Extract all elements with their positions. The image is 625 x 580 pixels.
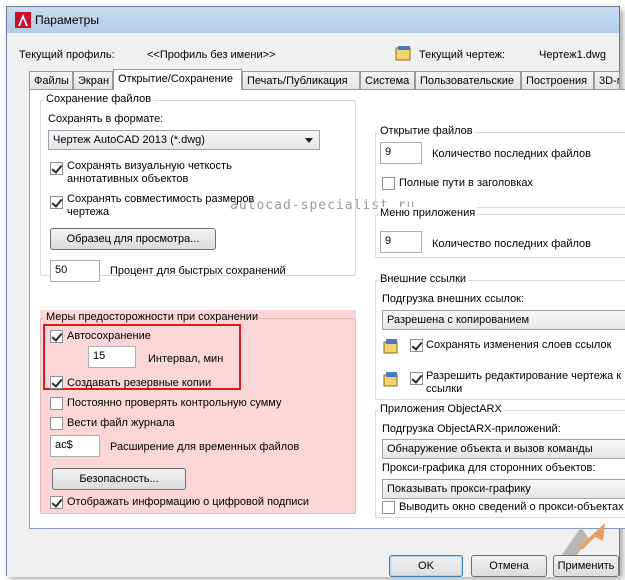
xref-edit-icon xyxy=(383,372,398,387)
dialog-title: Параметры xyxy=(35,13,99,27)
chevron-down-icon xyxy=(305,138,313,143)
proxy-graphics-select[interactable]: Показывать прокси-графику xyxy=(382,479,625,499)
tab-display[interactable]: Экран xyxy=(73,71,113,89)
objectarx-group-title: Приложения ObjectARX xyxy=(378,403,504,415)
xrefs-group-title: Внешние ссылки xyxy=(378,273,469,285)
save-format-label: Сохранять в формате: xyxy=(48,113,164,125)
xref-demand-load-select[interactable]: Разрешена с копированием xyxy=(382,310,625,330)
visual-fidelity-checkbox[interactable] xyxy=(50,162,63,175)
recent-files-label: Количество последних файлов xyxy=(432,148,592,160)
tab-files[interactable]: Файлы xyxy=(29,71,73,89)
app-menu-recent-label: Количество последних файлов xyxy=(432,238,592,250)
xref-demand-load-value: Разрешена с копированием xyxy=(387,314,530,326)
tab-user-preferences[interactable]: Пользовательские xyxy=(415,71,521,89)
visual-fidelity-label: Сохранять визуальную четкость аннотативн… xyxy=(67,160,232,185)
recent-files-input[interactable]: 9 xyxy=(380,142,422,164)
full-path-label: Полные пути в заголовках xyxy=(399,177,533,189)
ok-button[interactable]: OK xyxy=(389,555,463,577)
tab-open-save[interactable]: Открытие/Сохранение xyxy=(113,69,242,90)
xref-layer-icon xyxy=(383,339,398,354)
incremental-save-input[interactable]: 50 xyxy=(50,260,100,282)
backup-copy-checkbox[interactable] xyxy=(50,376,63,389)
save-format-select[interactable]: Чертеж AutoCAD 2013 (*.dwg) xyxy=(48,130,320,150)
temp-extension-label: Расширение для временных файлов xyxy=(110,441,300,453)
cancel-button[interactable]: Отмена xyxy=(471,555,547,577)
dim-compat-label: Сохранять совместимость размеров чертежа xyxy=(67,193,255,218)
current-profile-label: Текущий профиль: xyxy=(19,49,115,61)
digital-signature-checkbox[interactable] xyxy=(50,496,63,509)
proxy-info-label: Выводить окно сведений о прокси-объектах xyxy=(399,501,624,513)
proxy-graphics-label: Прокси-графика для сторонних объектов: xyxy=(382,462,596,474)
open-save-panel: autocad-specialist.ru Сохранение файлов … xyxy=(29,89,625,529)
file-safety-group-title: Меры предосторожности при сохранении xyxy=(44,311,261,323)
backup-copy-label: Создавать резервные копии xyxy=(67,377,212,389)
arx-load-label: Подгрузка ObjectARX-приложений: xyxy=(382,423,561,435)
temp-extension-input[interactable]: ac$ xyxy=(50,435,100,457)
current-profile-value: <<Профиль без имени>> xyxy=(147,49,276,61)
options-dialog: Параметры Текущий профиль: <<Профиль без… xyxy=(6,6,625,577)
app-menu-group-title: Меню приложения xyxy=(378,207,478,219)
tab-system[interactable]: Система xyxy=(360,71,415,89)
dialog-body: Текущий профиль: <<Профиль без имени>> Т… xyxy=(7,33,625,577)
tab-strip: Файлы Экран Открытие/Сохранение Печать/П… xyxy=(29,69,625,90)
autosave-checkbox[interactable] xyxy=(50,330,63,343)
current-drawing-value: Чертеж1.dwg xyxy=(539,49,606,61)
digital-signature-label: Отображать информацию о цифровой подписи xyxy=(67,496,310,508)
retain-xref-layers-checkbox[interactable] xyxy=(410,339,423,352)
security-button[interactable]: Безопасность... xyxy=(52,468,186,490)
tab-plot-publish[interactable]: Печать/Публикация xyxy=(242,71,360,89)
title-bar[interactable]: Параметры xyxy=(7,7,619,33)
proxy-info-checkbox[interactable] xyxy=(382,501,395,514)
proxy-graphics-value: Показывать прокси-графику xyxy=(387,483,531,495)
arx-load-value: Обнаружение объекта и вызов команды xyxy=(387,443,593,455)
tab-drafting[interactable]: Построения xyxy=(521,71,594,89)
allow-xref-edit-checkbox[interactable] xyxy=(410,372,423,385)
log-file-checkbox[interactable] xyxy=(50,417,63,430)
autosave-interval-input[interactable]: 15 xyxy=(88,346,136,368)
crc-check-label: Постоянно проверять контрольную сумму xyxy=(67,397,282,409)
drawing-icon xyxy=(395,46,411,61)
autocad-logo-icon xyxy=(15,12,31,28)
autosave-interval-label: Интервал, мин xyxy=(148,353,224,365)
apply-button[interactable]: Применить xyxy=(553,555,619,577)
current-drawing-label: Текущий чертеж: xyxy=(419,49,506,61)
full-path-checkbox[interactable] xyxy=(382,177,395,190)
tab-3d-modeling[interactable]: 3D-м xyxy=(594,71,620,89)
allow-xref-edit-label: Разрешить редактирование чертежа к ссылк… xyxy=(426,370,622,395)
retain-xref-layers-label: Сохранять изменения слоев ссылок xyxy=(426,339,612,351)
thumbnail-preview-button[interactable]: Образец для просмотра... xyxy=(50,228,216,250)
file-open-group-title: Открытие файлов xyxy=(378,125,475,137)
app-menu-recent-input[interactable]: 9 xyxy=(380,231,422,253)
arx-load-select[interactable]: Обнаружение объекта и вызов команды xyxy=(382,439,625,459)
incremental-save-label: Процент для быстрых сохранений xyxy=(110,265,286,277)
save-format-value: Чертеж AutoCAD 2013 (*.dwg) xyxy=(53,134,205,146)
dim-compat-checkbox[interactable] xyxy=(50,196,63,209)
log-file-label: Вести файл журнала xyxy=(67,417,175,429)
xref-demand-load-label: Подгрузка внешних ссылок: xyxy=(382,293,525,305)
file-save-group-title: Сохранение файлов xyxy=(44,93,154,105)
autosave-label: Автосохранение xyxy=(67,330,151,342)
crc-check-checkbox[interactable] xyxy=(50,397,63,410)
